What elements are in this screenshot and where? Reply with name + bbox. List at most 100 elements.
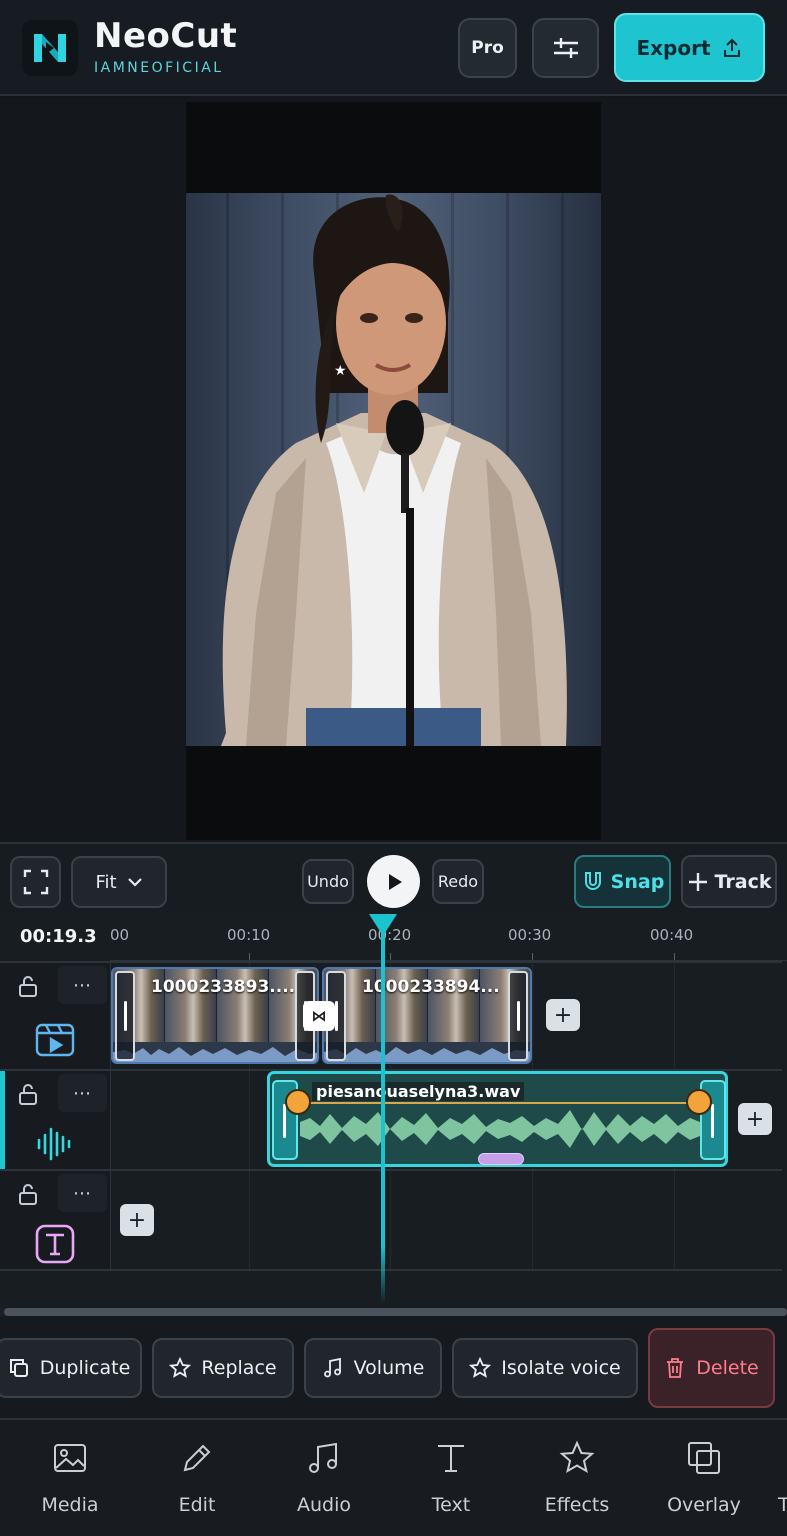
audio-wave-icon: [37, 1127, 71, 1161]
export-label: Export: [636, 35, 711, 60]
fit-label: Fit: [95, 871, 117, 893]
audio-clip[interactable]: piesanouaselyna3.wav: [267, 1071, 728, 1167]
time-ruler[interactable]: 00 00:10 00:20 00:30 00:40: [110, 914, 787, 961]
star-icon: [469, 1357, 492, 1378]
text-track-icon: [35, 1224, 75, 1264]
nav-text-label: Text: [431, 1494, 471, 1516]
add-track-button[interactable]: Track: [681, 855, 777, 908]
isolate-voice-label: Isolate voice: [501, 1357, 621, 1379]
add-text-button[interactable]: +: [120, 1204, 154, 1236]
play-icon: [388, 873, 402, 890]
copy-icon: [9, 1359, 28, 1377]
play-button[interactable]: [367, 855, 420, 908]
delete-label: Delete: [696, 1357, 759, 1379]
delete-button[interactable]: Delete: [648, 1328, 775, 1408]
fullscreen-button[interactable]: [10, 856, 61, 908]
neocut-logo: [22, 20, 78, 76]
star-icon: [559, 1440, 595, 1474]
app-header: NeoCut IAMNEOFICIAL Pro Export: [0, 0, 787, 96]
singer-image: ★: [221, 194, 567, 746]
star-icon: [169, 1357, 192, 1378]
ruler-label: 00:40: [650, 926, 694, 944]
track-more-button[interactable]: ⋯: [58, 1074, 107, 1112]
export-button[interactable]: Export: [614, 13, 765, 82]
music-note-icon: [309, 1442, 337, 1473]
text-icon: [438, 1445, 464, 1472]
video-clip[interactable]: 1000233894...: [322, 967, 532, 1064]
pro-button[interactable]: Pro: [458, 18, 517, 78]
trash-icon: [667, 1358, 684, 1378]
clip-waveform: [113, 1042, 317, 1062]
video-preview[interactable]: ★: [0, 98, 787, 842]
nav-audio-label: Audio: [296, 1494, 351, 1516]
clip-waveform: [324, 1042, 530, 1062]
fade-in-knob[interactable]: [285, 1089, 311, 1115]
brand: NeoCut IAMNEOFICIAL: [94, 16, 237, 76]
music-note-icon: [323, 1357, 341, 1378]
nav-text[interactable]: Text: [391, 1440, 511, 1516]
overlay-icon: [688, 1442, 720, 1474]
add-video-clip-button[interactable]: +: [546, 999, 580, 1031]
timeline[interactable]: 00:19.3 00 00:10 00:20 00:30 00:40 ⋯ ⋯ ⋯: [0, 914, 787, 1314]
app-name: NeoCut: [94, 16, 238, 56]
duplicate-button[interactable]: Duplicate: [0, 1338, 142, 1398]
track-more-button[interactable]: ⋯: [58, 1174, 107, 1212]
undo-button[interactable]: Undo: [302, 859, 354, 904]
playback-controls: Fit Undo Redo Snap Track: [0, 842, 787, 914]
nav-more-label: T: [778, 1494, 787, 1516]
nav-more[interactable]: T: [740, 1440, 787, 1516]
lock-icon[interactable]: [16, 974, 40, 998]
nav-audio[interactable]: Audio: [264, 1440, 384, 1516]
preview-frame: ★: [186, 193, 601, 746]
clip-actions: Duplicate Replace Volume Isolate voice D…: [0, 1316, 787, 1418]
nav-edit[interactable]: Edit: [137, 1440, 257, 1516]
nav-edit-label: Edit: [178, 1494, 216, 1516]
pencil-icon: [183, 1444, 211, 1472]
replace-label: Replace: [201, 1357, 277, 1379]
playhead[interactable]: [381, 914, 385, 1304]
image-icon: [54, 1444, 86, 1472]
chevron-down-icon: [127, 878, 142, 887]
volume-label: Volume: [353, 1357, 425, 1379]
fit-dropdown[interactable]: Fit: [71, 856, 167, 908]
nav-effects[interactable]: Effects: [517, 1440, 637, 1516]
clip-trim-handle[interactable]: [508, 971, 528, 1061]
volume-button[interactable]: Volume: [304, 1338, 442, 1398]
video-clip[interactable]: 1000233893....: [111, 967, 319, 1064]
track-label: Track: [714, 870, 772, 893]
current-time: 00:19.3: [20, 926, 97, 947]
duplicate-label: Duplicate: [39, 1357, 131, 1379]
plus-icon: [688, 872, 707, 891]
clip-volume-handle[interactable]: [478, 1153, 524, 1165]
audio-clip-title: piesanouaselyna3.wav: [312, 1082, 525, 1101]
replace-button[interactable]: Replace: [152, 1338, 294, 1398]
timeline-scrollbar[interactable]: [0, 1308, 787, 1316]
ruler-label: 00: [110, 926, 130, 944]
playhead-marker[interactable]: [369, 914, 397, 936]
magnet-icon: [584, 871, 601, 890]
clip-trim-handle[interactable]: [115, 971, 135, 1061]
nav-effects-label: Effects: [544, 1494, 610, 1516]
snap-toggle[interactable]: Snap: [574, 855, 671, 908]
clip-title: 1000233893....: [151, 977, 296, 997]
volume-envelope[interactable]: [300, 1102, 700, 1104]
add-audio-clip-button[interactable]: +: [738, 1103, 772, 1135]
upload-icon: [723, 38, 740, 57]
sliders-icon: [553, 38, 578, 58]
isolate-voice-button[interactable]: Isolate voice: [452, 1338, 638, 1398]
active-track-indicator: [0, 1071, 5, 1169]
redo-button[interactable]: Redo: [432, 859, 484, 904]
track-more-button[interactable]: ⋯: [58, 966, 107, 1004]
video-track-icon: [35, 1023, 75, 1057]
svg-text:★: ★: [334, 363, 347, 379]
lock-icon[interactable]: [16, 1082, 40, 1106]
transition-button[interactable]: ⋈: [303, 1001, 335, 1031]
bottom-nav: Media Edit Audio Text Effects Overlay T: [0, 1418, 787, 1536]
fade-out-knob[interactable]: [686, 1089, 712, 1115]
lock-icon[interactable]: [16, 1182, 40, 1206]
nav-media[interactable]: Media: [10, 1440, 130, 1516]
nav-media-label: Media: [41, 1494, 99, 1516]
scrollbar-thumb[interactable]: [4, 1308, 787, 1316]
settings-button[interactable]: [532, 18, 599, 78]
ruler-label: 00:30: [508, 926, 552, 944]
